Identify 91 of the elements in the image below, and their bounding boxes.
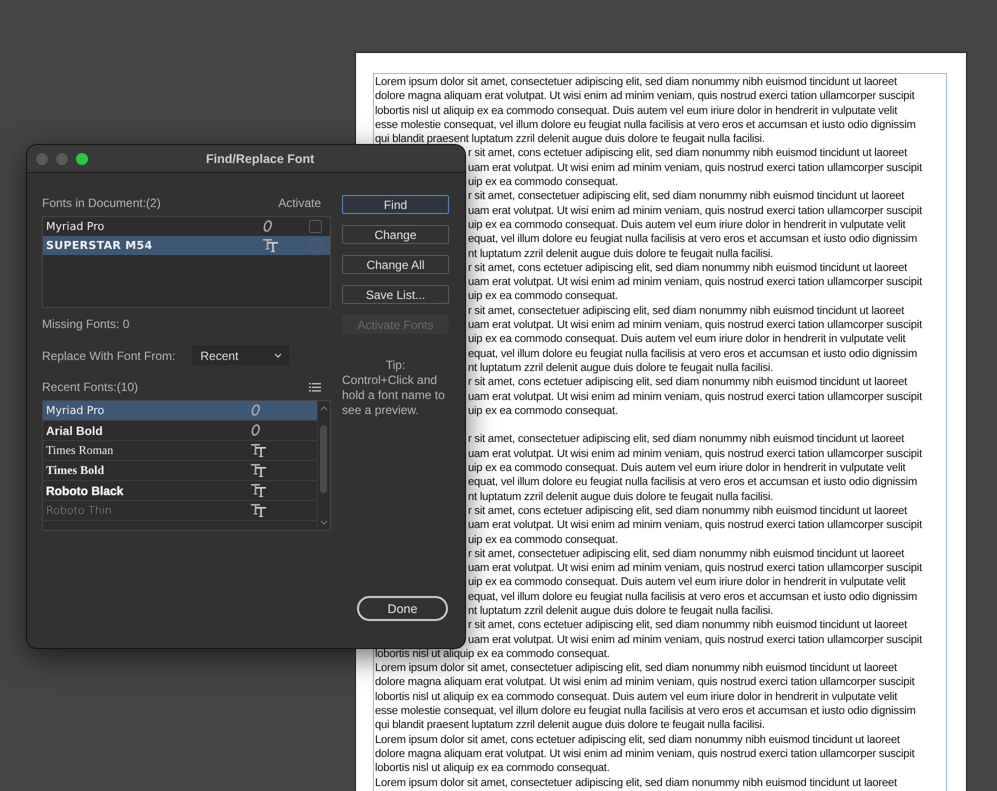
text-line: uip ex ea commodo consequat.	[468, 404, 618, 418]
text-line: equat, vel illum dolore eu feugiat nulla facilisis at vero eros et accumsan et iusto odio dignissim	[468, 590, 918, 604]
list-icon[interactable]	[309, 382, 321, 392]
text-line: r sit amet, cons ectetuer adipiscing elit, sed diam nonummy nibh euismod tincidunt ut laoreet	[468, 260, 908, 276]
text-line: equat, vel illum dolore eu feugiat nulla facilisis at vero eros et accumsan et iusto odio dignissim	[468, 475, 918, 490]
text-line: nt luptatum zzril delenit augue duis dolore te feugait nulla facilisi.	[468, 246, 774, 261]
text-line: Lorem ipsum dolor sit amet, consectetuer adipiscing elit, sed diam nonummy nibh euismod tincidunt ut laoreet	[375, 75, 897, 90]
truetype-icon	[251, 504, 266, 517]
font-row[interactable]: SUPERSTAR M54	[43, 236, 330, 255]
text-line: lobortis nisl ut aliquip ex ea commodo consequat.	[375, 646, 610, 662]
text-line: uam erat volutpat. Ut wisi enim ad minim veniam, quis nostrud exerci tation ullamcorper suscipit	[468, 518, 922, 532]
dialog-button[interactable]: Find	[342, 195, 449, 214]
text-line: uam erat volutpat. Ut wisi enim ad minim veniam, quis nostrud exerci tation ullamcorper suscipit	[468, 632, 922, 647]
font-row[interactable]: Myriad Pro	[43, 217, 330, 236]
text-line: qui blandit praesent luptatum zzril delenit augue duis dolore te feugait nulla facilisi.	[375, 718, 765, 733]
text-line: uam erat volutpat. Ut wisi enim ad minim veniam, quis nostrud exerci tation ullamcorper suscipit	[468, 561, 922, 576]
opentype-icon	[263, 220, 273, 232]
font-name: Times Bold	[46, 463, 104, 478]
text-line: uip ex ea commodo consequat. Duis autem vel eum iriure dolor in hendrerit in vulputate velit	[468, 332, 906, 347]
text-line: nt luptatum zzril delenit augue duis dolore te feugait nulla facilisi.	[468, 360, 774, 376]
truetype-icon	[251, 484, 266, 497]
text-line: r sit amet, consectetuer adipiscing elit, sed diam nonummy nibh euismod tincidunt ut laoreet	[468, 546, 904, 562]
activate-checkbox[interactable]	[309, 239, 322, 252]
text-line: uam erat volutpat. Ut wisi enim ad minim veniam, quis nostrud exerci tation ullamcorper suscipit	[468, 275, 922, 290]
font-name: Arial Bold	[46, 424, 103, 438]
truetype-icon	[251, 444, 266, 457]
text-line: r sit amet, cons ectetuer adipiscing elit, sed diam nonummy nibh euismod tincidunt ut laoreet	[468, 146, 908, 161]
text-line: uip ex ea commodo consequat. Duis autem vel eum iriure dolor in hendrerit in vulputate velit	[468, 218, 906, 232]
text-line: uam erat volutpat. Ut wisi enim ad minim veniam, quis nostrud exerci tation ullamcorper suscipit	[468, 390, 922, 404]
font-source-dropdown[interactable]: Recent	[192, 346, 290, 365]
text-line: uip ex ea commodo consequat.	[468, 175, 618, 190]
scrollbar[interactable]	[317, 401, 330, 530]
text-line: nt luptatum zzril delenit augue duis dolore te feugait nulla facilisi.	[468, 604, 774, 618]
font-name: SUPERSTAR M54	[46, 239, 152, 252]
zoom-button[interactable]	[76, 152, 88, 164]
chevron-down-icon	[274, 353, 282, 358]
done-button[interactable]: Done	[357, 596, 448, 621]
font-name: Times Roman	[46, 443, 114, 458]
missing-fonts-label: Missing Fonts: 0	[42, 317, 130, 331]
window-title: Find/Replace Font	[206, 152, 314, 166]
text-line: dolore magna aliquam erat volutpat. Ut wisi enim ad minim veniam, quis nostrud exerci tation ullamcorper suscipit	[375, 746, 915, 762]
text-line: Lorem ipsum dolor sit amet, cons ectetuer adipiscing elit, sed diam nonummy nibh euismod tincidunt ut laoreet	[375, 732, 900, 747]
activate-label: Activate	[278, 196, 321, 210]
scroll-down-icon[interactable]	[319, 520, 329, 526]
fonts-in-document-label: Fonts in Document:(2)	[42, 196, 161, 210]
opentype-icon	[251, 424, 261, 436]
text-line: r sit amet, cons ectetuer adipiscing elit, sed diam nonummy nibh euismod tincidunt ut laoreet	[468, 618, 908, 633]
dialog-button[interactable]: Change All	[342, 255, 449, 274]
text-line: equat, vel illum dolore eu feugiat nulla facilisis at vero eros et accumsan et iusto odio dignissim	[468, 232, 918, 247]
dialog-button[interactable]: Save List...	[342, 285, 449, 304]
text-line: Lorem ipsum dolor sit amet, consectetuer adipiscing elit, sed diam nonummy nibh euismod tincidunt ut laoreet	[375, 776, 897, 790]
text-line: lobortis nisl ut aliquip ex ea commodo consequat.	[375, 761, 610, 776]
text-line: r sit amet, cons ectetuer adipiscing elit, sed diam nonummy nibh euismod tincidunt ut laoreet	[468, 375, 908, 390]
minimize-button[interactable]	[56, 152, 68, 164]
recent-fonts-label: Recent Fonts:(10)	[42, 380, 138, 394]
truetype-icon	[251, 464, 266, 477]
text-line: equat, vel illum dolore eu feugiat nulla facilisis at vero eros et accumsan et iusto odio dignissim	[468, 346, 918, 361]
text-line: nt luptatum zzril delenit augue duis dolore te feugait nulla facilisi.	[468, 490, 774, 504]
font-name: Myriad Pro	[46, 404, 104, 417]
opentype-icon	[251, 404, 261, 416]
font-name: Roboto Black	[46, 484, 124, 498]
text-line: dolore magna aliquam erat volutpat. Ut wisi enim ad minim veniam, quis nostrud exerci tation ullamcorper suscipit	[375, 675, 915, 690]
text-line: r sit amet, consectetuer adipiscing elit, sed diam nonummy nibh euismod tincidunt ut laoreet	[468, 432, 904, 447]
font-name: Roboto Thin	[46, 504, 112, 517]
replace-from-label: Replace With Font From:	[42, 348, 176, 362]
close-button[interactable]	[36, 152, 48, 164]
text-line: uip ex ea commodo consequat. Duis autem vel eum iriure dolor in hendrerit in vulputate velit	[468, 461, 906, 476]
text-line: r sit amet, cons ectetuer adipiscing elit, sed diam nonummy nibh euismod tincidunt ut laoreet	[468, 504, 908, 518]
text-line: lobortis nisl ut aliquip ex ea commodo consequat. Duis autem vel eum iriure dolor in hendrerit in vulputate velit	[375, 690, 898, 704]
text-line: r sit amet, consectetuer adipiscing elit, sed diam nonummy nibh euismod tincidunt ut laoreet	[468, 189, 904, 204]
text-line: uip ex ea commodo consequat.	[468, 532, 618, 547]
text-line: uam erat volutpat. Ut wisi enim ad minim veniam, quis nostrud exerci tation ullamcorper suscipit	[468, 204, 922, 218]
text-line: Lorem ipsum dolor sit amet, consectetuer adipiscing elit, sed diam nonummy nibh euismod tincidunt ut laoreet	[375, 661, 897, 676]
text-line: uam erat volutpat. Ut wisi enim ad minim veniam, quis nostrud exerci tation ullamcorper suscipit	[468, 318, 922, 332]
text-line: uip ex ea commodo consequat.	[468, 289, 618, 304]
activate-checkbox[interactable]	[309, 220, 322, 233]
text-line: esse molestie consequat, vel illum dolore eu feugiat nulla facilisis at vero eros et accumsan et iusto odio dignissim	[375, 704, 916, 718]
tip-title: Tip:	[384, 358, 406, 372]
text-line: qui blandit praesent luptatum zzril delenit augue duis dolore te feugait nulla facilisi.	[375, 132, 765, 146]
font-name: Myriad Pro	[46, 220, 104, 233]
text-line: esse molestie consequat, vel illum dolore eu feugiat nulla facilisis at vero eros et accumsan et iusto odio dignissim	[375, 118, 916, 132]
text-line: lobortis nisl ut aliquip ex ea commodo consequat. Duis autem vel eum iriure dolor in hendrerit in vulputate velit	[375, 104, 898, 118]
text-line: r sit amet, consectetuer adipiscing elit, sed diam nonummy nibh euismod tincidunt ut laoreet	[468, 304, 904, 318]
text-line: uam erat volutpat. Ut wisi enim ad minim veniam, quis nostrud exerci tation ullamcorper suscipit	[468, 160, 922, 176]
text-line: uam erat volutpat. Ut wisi enim ad minim veniam, quis nostrud exerci tation ullamcorper suscipit	[468, 446, 922, 462]
scroll-up-icon[interactable]	[319, 405, 329, 411]
truetype-icon	[263, 239, 278, 252]
text-line: uip ex ea commodo consequat. Duis autem vel eum iriure dolor in hendrerit in vulputate velit	[468, 575, 906, 590]
text-line: dolore magna aliquam erat volutpat. Ut wisi enim ad minim veniam, quis nostrud exerci tation ullamcorper suscipit	[375, 89, 915, 104]
dialog-button[interactable]: Change	[342, 225, 449, 244]
tip-text: Control+Click and hold a font name to see a preview.	[342, 373, 446, 418]
